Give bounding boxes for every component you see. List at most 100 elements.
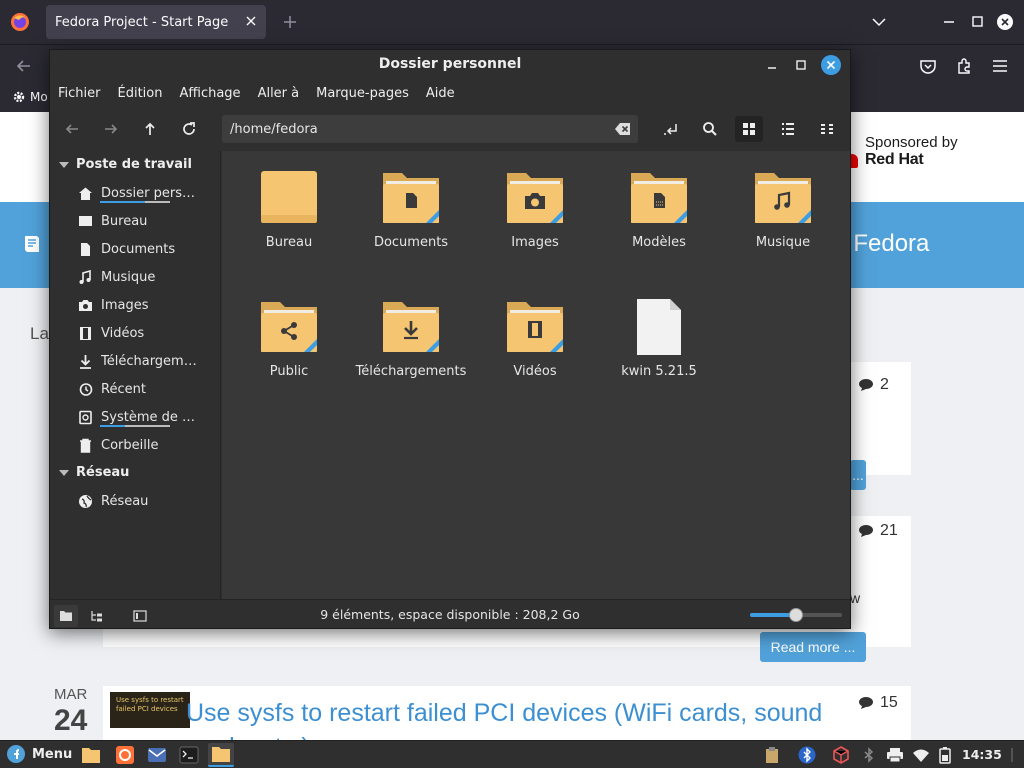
menu-affichage[interactable]: Affichage: [179, 86, 240, 101]
post-date-day: 24: [54, 704, 88, 737]
firefox-logo-icon[interactable]: [10, 12, 30, 32]
clipboard-icon[interactable]: [763, 746, 781, 764]
sidebar-item-network[interactable]: Réseau: [78, 488, 220, 514]
forward-button[interactable]: [97, 116, 125, 142]
location-input[interactable]: /home/fedora: [222, 115, 638, 143]
file-item-documents[interactable]: Documents: [350, 169, 472, 250]
bluetooth-icon[interactable]: [798, 746, 816, 764]
home-icon: [79, 187, 92, 200]
file-item-bureau[interactable]: Bureau: [228, 169, 350, 250]
maximize-window-icon[interactable]: [794, 58, 808, 72]
start-menu-button[interactable]: Menu: [6, 744, 72, 764]
icon-view-button[interactable]: [735, 116, 763, 142]
back-button[interactable]: [58, 116, 86, 142]
hide-sidebar-button[interactable]: [128, 605, 152, 627]
post-title-link[interactable]: Use sysfs to restart failed PCI devices …: [186, 696, 822, 742]
new-tab-icon[interactable]: [280, 12, 300, 32]
fedora-logo-icon: [7, 745, 25, 763]
folder-share-icon: [261, 302, 317, 352]
compact-view-button[interactable]: [813, 116, 841, 142]
sidebar-item-label: Dossier person...: [101, 185, 201, 201]
file-item-musique[interactable]: Musique: [722, 169, 844, 250]
sidebar-item-label: Réseau: [101, 493, 149, 509]
taskbar-mail-launcher[interactable]: [144, 743, 170, 767]
pocket-icon[interactable]: [918, 56, 938, 76]
printer-icon[interactable]: [886, 746, 904, 764]
file-icon-view[interactable]: Bureau Documents Images Modèles Musique …: [222, 151, 850, 599]
file-item-public[interactable]: Public: [228, 298, 350, 379]
file-item-images[interactable]: Images: [474, 169, 596, 250]
sidebar-section-header[interactable]: Réseau: [58, 465, 129, 480]
menu-marque-pages[interactable]: Marque-pages: [316, 86, 409, 101]
comment-count[interactable]: 15: [858, 694, 898, 712]
taskbar-terminal-launcher[interactable]: [176, 743, 202, 767]
sidebar-item-recent[interactable]: Récent: [78, 376, 220, 402]
sidebar-item-videos[interactable]: Vidéos: [78, 320, 220, 346]
browser-tab[interactable]: Fedora Project - Start Page: [46, 5, 266, 39]
hamburger-menu-icon[interactable]: [990, 56, 1010, 76]
list-all-tabs-icon[interactable]: [870, 13, 888, 31]
taskbar-firefox-launcher[interactable]: [112, 743, 138, 767]
wifi-icon[interactable]: [912, 746, 930, 764]
close-tab-icon[interactable]: [244, 14, 258, 28]
sidebar-item-label: Téléchargeme...: [101, 353, 201, 369]
zoom-slider-handle[interactable]: [789, 608, 803, 622]
menu-aide[interactable]: Aide: [426, 86, 455, 101]
reload-button[interactable]: [175, 116, 203, 142]
folder-desktop-icon: [261, 171, 317, 223]
comment-count[interactable]: 2: [858, 376, 889, 394]
sidebar-section-header[interactable]: Poste de travail: [58, 157, 192, 172]
show-desktop-icon[interactable]: [1003, 746, 1021, 764]
up-button[interactable]: [136, 116, 164, 142]
sidebar-item-downloads[interactable]: Téléchargeme...: [78, 348, 220, 374]
document-icon: [81, 242, 90, 256]
file-item-kwin[interactable]: kwin 5.21.5: [598, 298, 720, 379]
clear-location-icon[interactable]: [614, 121, 632, 137]
list-view-icon: [782, 123, 794, 135]
toggle-location-entry-button[interactable]: [657, 116, 685, 142]
menu-fichier[interactable]: Fichier: [58, 86, 101, 101]
clock[interactable]: 14:35: [962, 747, 1002, 762]
search-button[interactable]: [696, 116, 724, 142]
zoom-slider[interactable]: [750, 608, 842, 622]
read-more-button[interactable]: Read more ...: [760, 632, 866, 662]
sidebar-item-pictures[interactable]: Images: [78, 292, 220, 318]
window-titlebar[interactable]: Dossier personnel: [50, 50, 850, 80]
file-item-label: Vidéos: [513, 364, 557, 379]
minimize-browser-icon[interactable]: [940, 13, 958, 31]
firefox-icon: [116, 746, 134, 764]
sidebar-item-desktop[interactable]: Bureau: [78, 208, 220, 234]
taskbar-file-manager-window[interactable]: [208, 743, 234, 767]
menu-edition[interactable]: Édition: [118, 86, 163, 101]
sponsor-block[interactable]: Sponsored by Red Hat: [865, 134, 958, 169]
bookmark-item[interactable]: Mo: [12, 90, 48, 104]
post-date-month: MAR: [54, 686, 88, 703]
sidebar-item-trash[interactable]: Corbeille: [78, 432, 220, 458]
post-thumbnail[interactable]: Use sysfs to restart failed PCI devices: [110, 692, 190, 728]
sidebar-item-music[interactable]: Musique: [78, 264, 220, 290]
comment-count-value: 15: [880, 694, 898, 711]
back-arrow-icon[interactable]: [14, 56, 34, 76]
show-tree-button[interactable]: [85, 605, 109, 627]
close-browser-icon[interactable]: [996, 13, 1014, 31]
file-item-modeles[interactable]: Modèles: [598, 169, 720, 250]
close-window-button[interactable]: [821, 55, 841, 75]
minimize-window-icon[interactable]: [765, 58, 779, 72]
menu-aller-a[interactable]: Aller à: [258, 86, 300, 101]
read-more-button-partial[interactable]: ...: [850, 460, 866, 490]
taskbar-files-launcher[interactable]: [78, 743, 104, 767]
list-view-button[interactable]: [774, 116, 802, 142]
package-updates-icon[interactable]: [832, 746, 850, 764]
folder-music-icon: [755, 173, 811, 223]
folder-pictures-icon: [507, 173, 563, 223]
maximize-browser-icon[interactable]: [968, 13, 986, 31]
show-places-button[interactable]: [54, 605, 78, 627]
drive-icon: [79, 410, 92, 424]
bluetooth-status-icon[interactable]: [860, 746, 878, 764]
comment-count[interactable]: 21: [858, 522, 898, 540]
file-item-telechargements[interactable]: Téléchargements: [350, 298, 472, 379]
extensions-icon[interactable]: [954, 56, 974, 76]
file-item-videos[interactable]: Vidéos: [474, 298, 596, 379]
sidebar-item-documents[interactable]: Documents: [78, 236, 220, 262]
battery-icon[interactable]: [936, 746, 954, 764]
